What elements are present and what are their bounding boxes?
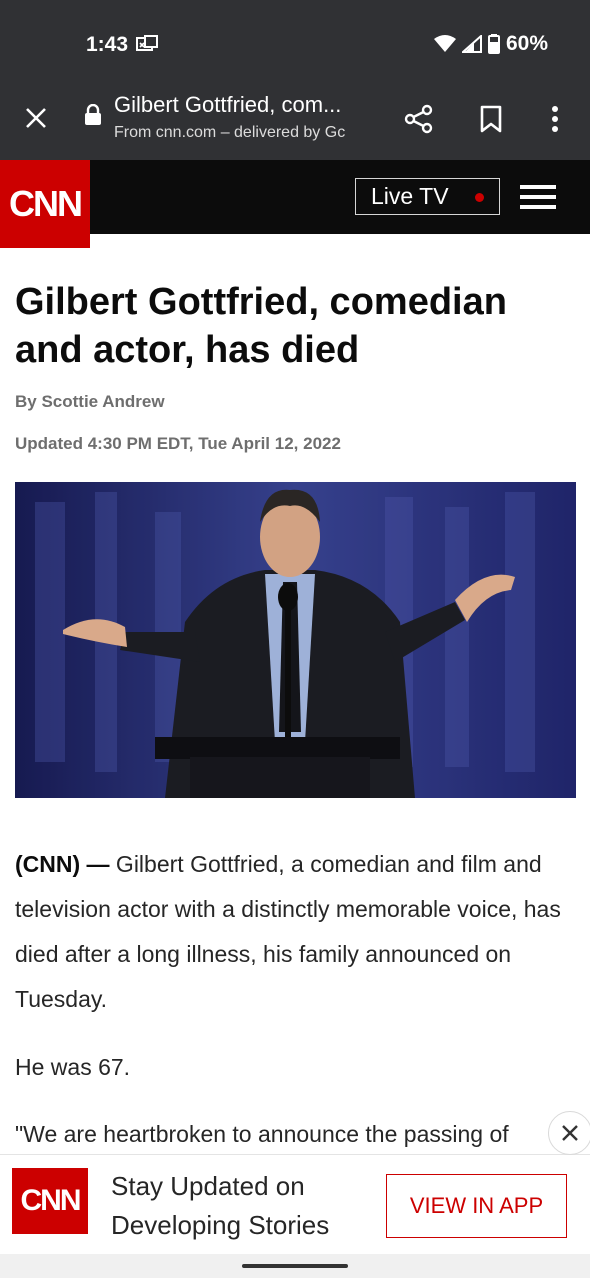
comedian-photo (15, 482, 576, 798)
battery-percent: 60% (505, 32, 548, 55)
banner-message: Stay Updated on Developing Stories (111, 1171, 330, 1240)
close-icon (26, 108, 46, 128)
article-paragraph: He was 67. (15, 1054, 131, 1080)
article-hero-image (15, 482, 576, 798)
home-indicator[interactable] (242, 1264, 348, 1268)
hamburger-menu-button[interactable] (520, 185, 556, 209)
share-button[interactable] (400, 100, 438, 138)
cnn-logo[interactable]: CNN (0, 160, 90, 248)
banner-cnn-logo: CNN (12, 1168, 88, 1234)
bookmark-button[interactable] (472, 100, 510, 138)
banner-logo-text: CNN (20, 1184, 82, 1217)
article-paragraph: "We are heartbroken to announce the pass… (15, 1121, 509, 1147)
custom-tab-toolbar: Gilbert Gottfried, com... From cnn.com –… (0, 80, 590, 160)
article-byline: By Scottie Andrew (15, 392, 165, 411)
article-timestamp: Updated 4:30 PM EDT, Tue April 12, 2022 (15, 434, 341, 453)
battery-icon (487, 34, 500, 54)
live-indicator-dot (475, 193, 484, 202)
close-icon (562, 1125, 578, 1141)
wifi-icon (433, 35, 456, 52)
live-tv-label: Live TV (371, 183, 449, 209)
more-options-button[interactable] (540, 100, 570, 138)
view-in-app-label: VIEW IN APP (409, 1193, 544, 1218)
article-headline: Gilbert Gottfried, comedian and actor, h… (15, 281, 507, 371)
page-origin: From cnn.com – delivered by Gc (114, 124, 346, 141)
notification-icon (136, 35, 158, 51)
signal-icon (461, 35, 482, 53)
live-tv-button[interactable]: Live TV (355, 178, 500, 215)
system-nav-bar (0, 1254, 590, 1278)
page-title: Gilbert Gottfried, com... (114, 92, 342, 117)
dismiss-banner-button[interactable] (548, 1111, 590, 1155)
article-dateline: (CNN) — (15, 851, 110, 877)
close-tab-button[interactable] (18, 100, 54, 136)
more-vert-icon (552, 106, 558, 132)
status-time: 1:43 (86, 33, 129, 56)
article-paragraph: (CNN) — Gilbert Gottfried, a comedian an… (15, 842, 580, 1022)
share-icon (404, 104, 433, 134)
lock-icon (85, 104, 101, 125)
app-promo-banner: CNN Stay Updated on Developing Stories V… (0, 1154, 590, 1254)
bookmark-icon (480, 105, 502, 133)
hamburger-icon-line (520, 195, 556, 199)
view-in-app-button[interactable]: VIEW IN APP (386, 1174, 567, 1238)
cnn-logo-text: CNN (9, 183, 83, 224)
site-header: CNN Live TV (0, 160, 590, 248)
hamburger-icon-line (520, 205, 556, 209)
status-bar: 1:43 60% (0, 0, 590, 80)
hamburger-icon-line (520, 185, 556, 189)
status-right: 60% (433, 32, 548, 56)
